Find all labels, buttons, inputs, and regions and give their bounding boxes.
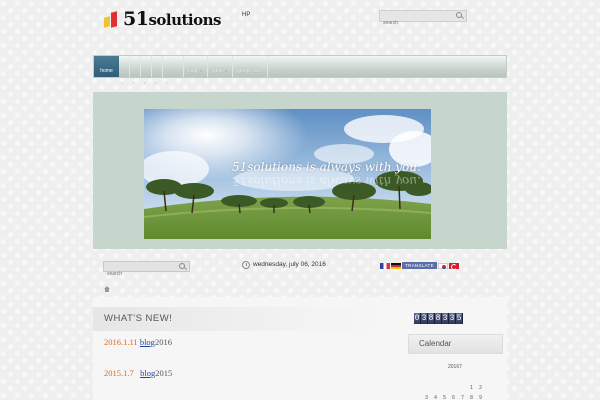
flag-turkey-icon[interactable] xyxy=(448,262,459,270)
nav-item-empty[interactable]: › xyxy=(163,56,184,85)
nav-item-empty[interactable]: › xyxy=(119,56,130,85)
secondary-search-box[interactable] xyxy=(103,261,190,279)
counter-digit: 3 xyxy=(421,313,428,324)
translate-widget: TRANSLATE xyxy=(380,262,459,270)
flag-germany-icon[interactable] xyxy=(391,262,401,269)
visitor-counter: 0 3 8 8 3 3 5 xyxy=(414,313,463,324)
news-date: 2015.1.7 xyxy=(104,368,134,378)
news-date: 2016.1.11 xyxy=(104,337,138,347)
flag-korea-icon[interactable] xyxy=(437,262,448,269)
section-title: WHAT'S NEW! xyxy=(104,313,173,324)
translate-button[interactable]: TRANSLATE xyxy=(402,262,437,269)
calendar-month: 20167 xyxy=(448,364,462,370)
hero-caption-reflection: 51solutions is always with you. xyxy=(232,174,421,188)
calendar-day[interactable]: 1 xyxy=(467,385,476,391)
counter-digit: 0 xyxy=(414,313,421,324)
counter-digit: 8 xyxy=(428,313,435,324)
news-link[interactable]: blog xyxy=(140,368,155,378)
news-link[interactable]: blog xyxy=(140,337,155,347)
home-icon[interactable] xyxy=(104,286,110,292)
top-search-box[interactable] xyxy=(379,10,467,28)
clock-icon xyxy=(242,261,250,269)
nav-item-gimp[interactable]: gimp › xyxy=(208,56,233,77)
calendar-day[interactable]: 6 xyxy=(449,395,458,400)
hero-caption: 51solutions is always with you. xyxy=(232,160,421,174)
calendar-week-row: 3456789 xyxy=(422,395,485,400)
current-date: wednesday, july 06, 2016 xyxy=(253,261,326,268)
calendar-title: Calendar xyxy=(419,339,452,348)
nav-item-empty[interactable]: › xyxy=(141,56,152,85)
nav-item-home[interactable]: home xyxy=(94,56,119,77)
calendar-week-row: 12 xyxy=(467,385,485,391)
top-search-input[interactable] xyxy=(380,18,450,28)
counter-digit: 8 xyxy=(435,313,442,324)
logo-mark-icon xyxy=(103,10,121,28)
hp-link[interactable]: HP xyxy=(242,12,250,18)
news-tail: 2016 xyxy=(154,337,172,347)
nav-item-google-font[interactable]: google font xyxy=(233,56,268,77)
news-item: 2016.1.11 blog2016 xyxy=(104,337,172,347)
news-tail: 2015 xyxy=(155,368,173,378)
logo-text: 51solutions xyxy=(123,8,221,30)
main-nav: home › › › › › blog › gimp › google font xyxy=(93,55,507,85)
nav-item-empty[interactable]: › xyxy=(152,56,163,85)
site-logo[interactable]: 51solutions xyxy=(103,8,221,30)
counter-digit: 3 xyxy=(449,313,456,324)
calendar-day[interactable]: 2 xyxy=(476,385,485,391)
calendar-day[interactable]: 3 xyxy=(422,395,431,400)
calendar-day[interactable]: 4 xyxy=(431,395,440,400)
calendar-day[interactable]: 9 xyxy=(476,395,485,400)
calendar-day[interactable]: 8 xyxy=(467,395,476,400)
search-icon[interactable] xyxy=(456,12,464,20)
nav-item-blog[interactable]: blog › xyxy=(184,56,208,77)
calendar-day[interactable]: 5 xyxy=(440,395,449,400)
counter-digit: 3 xyxy=(442,313,449,324)
secondary-search-input[interactable] xyxy=(104,269,174,279)
flag-france-icon[interactable] xyxy=(380,262,390,269)
news-item: 2015.1.7 blog2015 xyxy=(104,368,172,378)
counter-digit: 5 xyxy=(456,313,463,324)
nav-item-empty[interactable]: › xyxy=(130,56,141,85)
calendar-day[interactable]: 7 xyxy=(458,395,467,400)
search-icon[interactable] xyxy=(179,263,187,271)
